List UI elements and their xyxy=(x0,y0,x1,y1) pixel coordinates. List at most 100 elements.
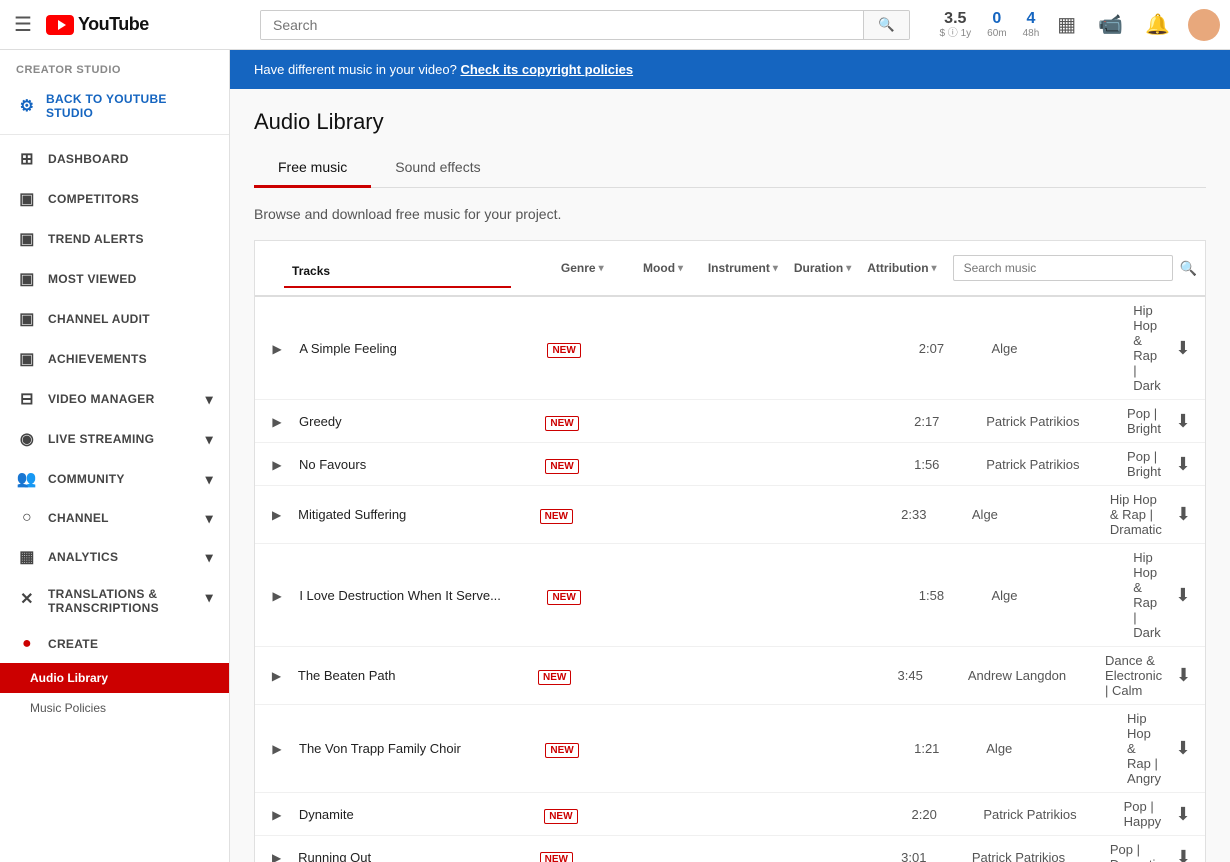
sidebar-item-community[interactable]: 👥 COMMUNITY ▾ xyxy=(0,459,229,499)
sidebar-item-translations[interactable]: ✕ TRANSLATIONS & TRANSCRIPTIONS ▾ xyxy=(0,577,229,625)
play-button-1[interactable]: ▶ xyxy=(272,415,281,429)
sidebar-item-most-viewed[interactable]: ▣ MOST VIEWED xyxy=(0,259,229,299)
sidebar-label-analytics: ANALYTICS xyxy=(48,550,118,564)
download-button-6[interactable]: ⬇ xyxy=(1175,738,1190,759)
col-download-2: ⬇ xyxy=(1161,454,1205,475)
th-genre[interactable]: Genre ▾ xyxy=(553,255,635,281)
col-play-1: ▶ xyxy=(255,414,299,429)
col-play-0: ▶ xyxy=(255,341,299,356)
track-duration-5: 3:45 xyxy=(890,668,968,683)
sidebar-item-video-manager[interactable]: ⊟ VIDEO MANAGER ▾ xyxy=(0,379,229,419)
play-button-8[interactable]: ▶ xyxy=(272,851,281,862)
sidebar-label-dashboard: DASHBOARD xyxy=(48,152,129,166)
sidebar-item-channel-audit[interactable]: ▣ CHANNEL AUDIT xyxy=(0,299,229,339)
th-instrument-label: Instrument xyxy=(708,261,770,275)
track-name-2: No Favours xyxy=(299,457,545,472)
th-tracks[interactable]: Tracks xyxy=(284,258,511,288)
th-instrument[interactable]: Instrument ▾ xyxy=(700,255,786,281)
download-button-1[interactable]: ⬇ xyxy=(1175,411,1190,432)
achievements-icon: ▣ xyxy=(16,349,38,369)
table-row: ▶ Greedy NEW 2:17 Patrick Patrikios Pop … xyxy=(255,400,1205,443)
sidebar-item-create[interactable]: ● CREATE xyxy=(0,625,229,663)
back-to-studio[interactable]: ⚙ BACK TO YOUTUBE STUDIO xyxy=(0,82,229,130)
chevron-down-icon-2: ▾ xyxy=(206,431,213,448)
new-badge-1: NEW xyxy=(545,416,578,431)
table-row: ▶ The Von Trapp Family Choir NEW 1:21 Al… xyxy=(255,705,1205,793)
track-artist-5: Andrew Langdon xyxy=(968,668,1105,683)
sidebar-item-competitors[interactable]: ▣ COMPETITORS xyxy=(0,179,229,219)
chevron-down-icon-5: ▾ xyxy=(206,549,213,566)
play-button-5[interactable]: ▶ xyxy=(272,669,281,683)
attribution-sort-icon: ▾ xyxy=(932,263,937,274)
th-duration[interactable]: Duration ▾ xyxy=(786,255,859,281)
camera-icon-btn[interactable]: 📹 xyxy=(1094,8,1127,41)
sidebar-item-live-streaming[interactable]: ◉ LIVE STREAMING ▾ xyxy=(0,419,229,459)
col-play-2: ▶ xyxy=(255,457,299,472)
page-title: Audio Library xyxy=(254,109,1206,135)
sidebar-item-achievements[interactable]: ▣ ACHIEVEMENTS xyxy=(0,339,229,379)
download-button-0[interactable]: ⬇ xyxy=(1175,338,1190,359)
col-download-8: ⬇ xyxy=(1162,847,1205,862)
copyright-link[interactable]: Check its copyright policies xyxy=(460,62,633,77)
community-icon: 👥 xyxy=(16,469,38,489)
stat-num-48h: 4 xyxy=(1023,9,1040,28)
search-input[interactable] xyxy=(261,11,863,39)
creator-studio-header: CREATOR STUDIO xyxy=(0,50,229,82)
download-button-5[interactable]: ⬇ xyxy=(1176,665,1191,686)
youtube-logo[interactable]: YouTube xyxy=(46,14,149,35)
col-play-5: ▶ xyxy=(255,668,298,683)
tab-free-music[interactable]: Free music xyxy=(254,149,371,188)
sidebar-label-create: CREATE xyxy=(48,637,98,651)
search-button[interactable]: 🔍 xyxy=(863,11,909,39)
track-artist-6: Alge xyxy=(986,741,1127,756)
sidebar-item-analytics[interactable]: ▦ ANALYTICS ▾ xyxy=(0,537,229,577)
search-music-input[interactable] xyxy=(953,255,1173,281)
download-button-2[interactable]: ⬇ xyxy=(1175,454,1190,475)
th-mood[interactable]: Mood ▾ xyxy=(635,255,700,281)
mood-sort-icon: ▾ xyxy=(678,263,683,274)
track-duration-6: 1:21 xyxy=(906,741,986,756)
col-new-7: NEW xyxy=(544,807,597,822)
sidebar-sub-music-policies[interactable]: Music Policies xyxy=(0,693,229,723)
th-attribution[interactable]: Attribution ▾ xyxy=(859,255,944,281)
play-button-4[interactable]: ▶ xyxy=(273,589,282,603)
play-button-7[interactable]: ▶ xyxy=(272,808,281,822)
sidebar-label-community: COMMUNITY xyxy=(48,472,125,486)
hamburger-menu[interactable]: ☰ xyxy=(10,8,36,41)
table-row: ▶ I Love Destruction When It Serve... NE… xyxy=(255,544,1205,647)
th-attribution-label: Attribution xyxy=(867,261,928,275)
th-search: 🔍 xyxy=(945,249,1205,287)
track-duration-7: 2:20 xyxy=(904,807,984,822)
translations-icon: ✕ xyxy=(16,589,38,609)
chart-icon-btn[interactable]: ▦ xyxy=(1053,8,1080,41)
sidebar-item-channel[interactable]: ○ CHANNEL ▾ xyxy=(0,499,229,537)
bell-icon-btn[interactable]: 🔔 xyxy=(1141,8,1174,41)
play-button-0[interactable]: ▶ xyxy=(273,342,282,356)
play-button-6[interactable]: ▶ xyxy=(272,742,281,756)
new-badge-4: NEW xyxy=(547,590,580,605)
sidebar-item-trend-alerts[interactable]: ▣ TREND ALERTS xyxy=(0,219,229,259)
track-genre-2: Pop | Bright xyxy=(1127,449,1161,479)
play-button-3[interactable]: ▶ xyxy=(272,508,281,522)
col-new-4: NEW xyxy=(547,588,600,603)
top-nav-right: 3.5 $ ⓘ 1y 0 60m 4 48h ▦ 📹 🔔 xyxy=(939,8,1220,41)
music-policies-label: Music Policies xyxy=(30,701,106,715)
genre-sort-icon: ▾ xyxy=(599,263,604,274)
tab-sound-effects[interactable]: Sound effects xyxy=(371,149,504,188)
sidebar-label-most-viewed: MOST VIEWED xyxy=(48,272,137,286)
th-mood-label: Mood xyxy=(643,261,675,275)
download-button-3[interactable]: ⬇ xyxy=(1176,504,1191,525)
sidebar-item-dashboard[interactable]: ⊞ DASHBOARD xyxy=(0,139,229,179)
download-button-7[interactable]: ⬇ xyxy=(1176,804,1191,825)
sidebar-label-translations: TRANSLATIONS & TRANSCRIPTIONS xyxy=(48,587,196,615)
music-table: Tracks Genre ▾ Mood ▾ Instrument ▾ xyxy=(254,240,1206,862)
th-duration-label: Duration xyxy=(794,261,843,275)
play-button-2[interactable]: ▶ xyxy=(272,458,281,472)
download-button-8[interactable]: ⬇ xyxy=(1176,847,1191,862)
chevron-down-icon: ▾ xyxy=(206,391,213,408)
download-button-4[interactable]: ⬇ xyxy=(1175,585,1190,606)
sidebar-sub-audio-library[interactable]: Audio Library xyxy=(0,663,229,693)
search-music-button[interactable]: 🔍 xyxy=(1180,260,1197,277)
track-duration-0: 2:07 xyxy=(911,341,992,356)
avatar[interactable] xyxy=(1188,9,1220,41)
